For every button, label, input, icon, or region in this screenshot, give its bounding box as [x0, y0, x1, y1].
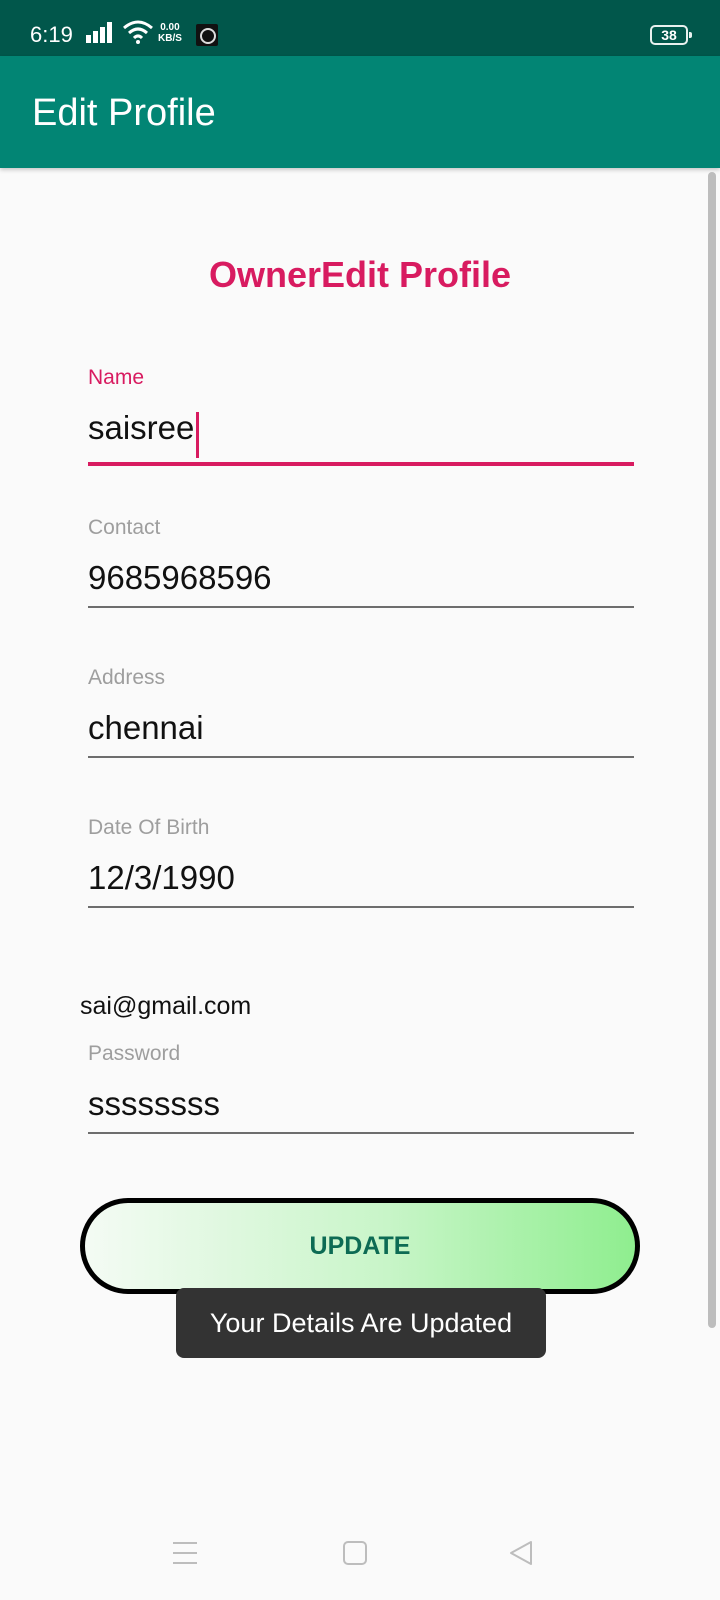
name-field[interactable]: Name saisree — [88, 366, 634, 466]
menu-nav-icon[interactable] — [172, 1540, 198, 1566]
name-label: Name — [88, 366, 145, 389]
network-speed-value: 0.00 — [160, 22, 180, 33]
home-nav-icon[interactable] — [342, 1540, 368, 1566]
contact-input[interactable]: 9685968596 — [88, 554, 272, 602]
update-button-label: UPDATE — [309, 1231, 411, 1260]
password-underline — [88, 1132, 634, 1134]
form-heading: OwnerEdit Profile — [208, 254, 512, 295]
nav-bar — [0, 1512, 720, 1600]
dob-field[interactable]: Date Of Birth 12/3/1990 — [88, 816, 634, 908]
address-underline — [88, 756, 634, 758]
status-icons — [86, 20, 154, 44]
name-input[interactable]: saisree — [88, 404, 194, 452]
scrollbar[interactable] — [708, 172, 716, 1328]
app-bar: Edit Profile — [0, 56, 720, 168]
network-speed-unit: KB/S — [158, 33, 182, 44]
toast-message: Your Details Are Updated — [209, 1307, 513, 1338]
toast: Your Details Are Updated — [176, 1288, 546, 1358]
address-input[interactable]: chennai — [88, 704, 204, 752]
email-text: sai@gmail.com — [80, 992, 252, 1020]
battery-icon: 38 — [650, 25, 692, 45]
dob-input[interactable]: 12/3/1990 — [88, 854, 235, 902]
battery-level: 38 — [661, 27, 677, 43]
update-button[interactable]: UPDATE — [80, 1198, 640, 1294]
password-label: Password — [88, 1042, 181, 1065]
address-label: Address — [88, 666, 166, 689]
contact-underline — [88, 606, 634, 608]
page-title: Edit Profile — [32, 92, 216, 134]
password-input[interactable]: ssssssss — [88, 1080, 220, 1128]
signal-icon — [86, 22, 112, 43]
contact-label: Contact — [88, 516, 161, 539]
wifi-icon — [123, 20, 153, 44]
text-cursor — [196, 411, 200, 458]
contact-field[interactable]: Contact 9685968596 — [88, 516, 634, 608]
dob-underline — [88, 906, 634, 908]
network-speed: 0.00 KB/S — [158, 22, 182, 44]
status-bar: 6:19 0.00 KB/S 38 — [0, 0, 720, 56]
password-field[interactable]: Password ssssssss — [88, 1042, 634, 1134]
back-nav-icon[interactable] — [508, 1540, 534, 1566]
app-notification-icon — [196, 24, 218, 46]
address-field[interactable]: Address chennai — [88, 666, 634, 758]
dob-label: Date Of Birth — [88, 816, 210, 839]
name-underline — [88, 461, 634, 466]
status-time: 6:19 — [30, 22, 73, 47]
